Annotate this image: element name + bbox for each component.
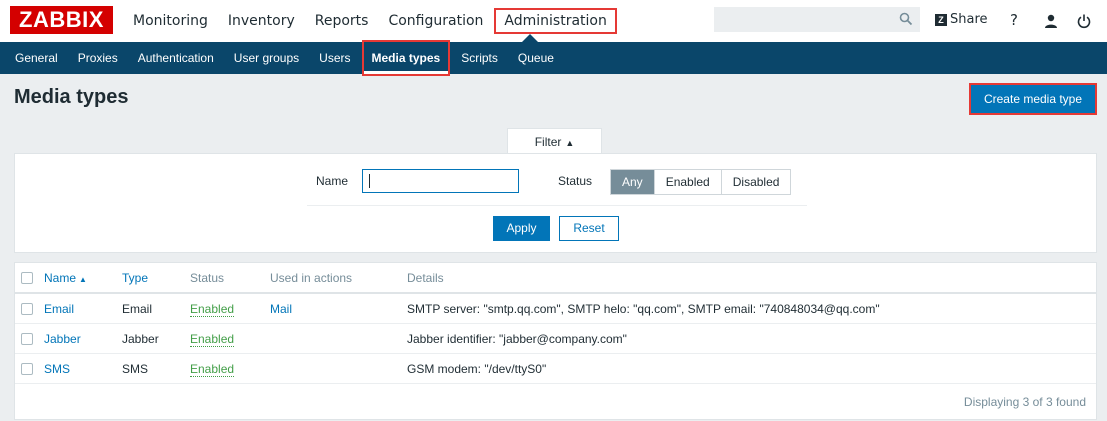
- top-bar: ZABBIX Monitoring Inventory Reports Conf…: [0, 0, 1107, 42]
- column-details: Details: [407, 271, 444, 285]
- create-media-type-label: Create media type: [983, 92, 1083, 106]
- share-icon: Z: [935, 13, 947, 26]
- media-type-name-link[interactable]: Jabber: [44, 324, 81, 354]
- table-row: Email Email Enabled Mail SMTP server: "s…: [15, 294, 1096, 324]
- menu-configuration[interactable]: Configuration: [378, 11, 493, 31]
- submenu-authentication[interactable]: Authentication: [128, 46, 224, 70]
- table-row: SMS SMS Enabled GSM modem: "/dev/ttyS0": [15, 354, 1096, 384]
- menu-reports[interactable]: Reports: [305, 11, 379, 31]
- filter-divider: [307, 205, 807, 206]
- filter-tab[interactable]: Filter ▲: [507, 128, 602, 154]
- media-type-type: Email: [122, 302, 153, 316]
- submenu-user-groups[interactable]: User groups: [224, 46, 309, 70]
- media-type-details: Jabber identifier: "jabber@company.com": [407, 332, 627, 346]
- status-toggle-link[interactable]: Enabled: [190, 302, 235, 317]
- submenu-users[interactable]: Users: [309, 46, 360, 70]
- column-type[interactable]: Type: [122, 263, 148, 293]
- table-footer-count: Displaying 3 of 3 found: [963, 395, 1086, 409]
- filter-name-input[interactable]: [362, 169, 519, 193]
- status-option-disabled[interactable]: Disabled: [720, 170, 791, 194]
- menu-inventory[interactable]: Inventory: [218, 11, 305, 31]
- table-header: Name ▲ Type Status Used in actions Detail…: [15, 263, 1096, 294]
- submenu-queue[interactable]: Queue: [508, 46, 564, 70]
- select-all-checkbox[interactable]: [21, 272, 33, 284]
- column-status[interactable]: Status: [190, 263, 224, 293]
- search-icon[interactable]: [899, 12, 913, 26]
- status-toggle-link[interactable]: Enabled: [190, 362, 235, 377]
- user-icon[interactable]: [1043, 12, 1059, 30]
- create-media-type-button[interactable]: Create media type: [969, 83, 1097, 115]
- filter-name-label: Name: [316, 174, 349, 188]
- status-segmented-control: Any Enabled Disabled: [610, 169, 792, 195]
- help-icon[interactable]: ?: [1006, 11, 1022, 29]
- media-type-type: Jabber: [122, 332, 159, 346]
- submenu-proxies[interactable]: Proxies: [68, 46, 128, 70]
- table-row: Jabber Jabber Enabled Jabber identifier:…: [15, 324, 1096, 354]
- apply-label: Apply: [506, 221, 537, 235]
- active-menu-indicator: [522, 34, 538, 42]
- submenu-general[interactable]: General: [5, 46, 68, 70]
- share-link[interactable]: Z Share: [935, 12, 988, 27]
- sort-asc-icon: ▲: [79, 275, 87, 284]
- media-type-details: SMTP server: "smtp.qq.com", SMTP helo: "…: [407, 302, 880, 316]
- media-type-name-link[interactable]: Email: [44, 294, 74, 324]
- submenu-media-types[interactable]: Media types: [361, 40, 451, 76]
- apply-button[interactable]: Apply: [493, 216, 550, 241]
- column-name[interactable]: Name ▲: [44, 263, 87, 295]
- media-type-name-link[interactable]: SMS: [44, 354, 70, 384]
- row-checkbox[interactable]: [21, 363, 33, 375]
- status-option-any[interactable]: Any: [611, 170, 654, 194]
- reset-label: Reset: [573, 221, 605, 235]
- filter-panel: Name Status Any Enabled Disabled Apply R…: [14, 153, 1097, 253]
- media-types-table: Name ▲ Type Status Used in actions Detail…: [14, 262, 1097, 420]
- filter-tab-label: Filter: [534, 135, 562, 149]
- filter-status-label: Status: [558, 174, 593, 188]
- action-link[interactable]: Mail: [270, 294, 292, 324]
- share-label: Share: [950, 12, 988, 27]
- column-name-label: Name: [44, 271, 77, 285]
- row-checkbox[interactable]: [21, 303, 33, 315]
- menu-monitoring[interactable]: Monitoring: [123, 11, 218, 31]
- page-title: Media types: [14, 86, 129, 108]
- submenu-scripts[interactable]: Scripts: [451, 46, 508, 70]
- status-option-enabled[interactable]: Enabled: [653, 170, 721, 194]
- main-menu: Monitoring Inventory Reports Configurati…: [123, 0, 617, 42]
- sub-menu: General Proxies Authentication User grou…: [0, 40, 1107, 76]
- media-type-details: GSM modem: "/dev/ttyS0": [407, 362, 547, 376]
- column-used-in-actions: Used in actions: [270, 271, 353, 285]
- row-checkbox[interactable]: [21, 333, 33, 345]
- reset-button[interactable]: Reset: [559, 216, 619, 241]
- zabbix-logo[interactable]: ZABBIX: [10, 6, 113, 34]
- search-input[interactable]: [714, 7, 920, 32]
- media-type-type: SMS: [122, 362, 149, 376]
- menu-administration[interactable]: Administration: [494, 8, 617, 34]
- text-cursor: [369, 174, 370, 188]
- status-toggle-link[interactable]: Enabled: [190, 332, 235, 347]
- power-icon[interactable]: [1076, 12, 1092, 30]
